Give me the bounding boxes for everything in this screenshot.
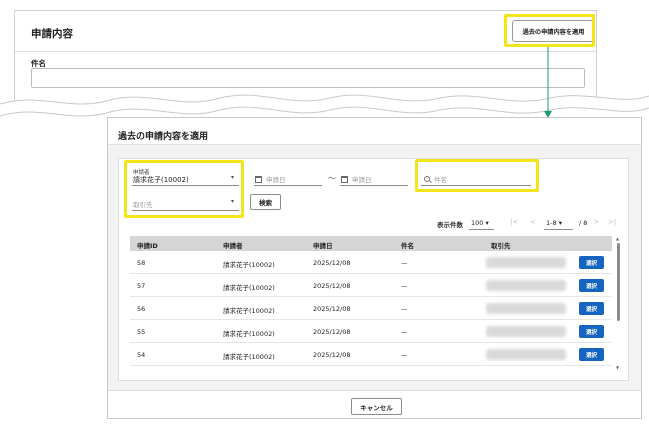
table-row: 55 請求花子(10002) 2025/12/08 — 選択 [130,320,612,343]
header-date: 申請日 [313,242,333,250]
row-applicant: 請求花子(10002) [223,261,275,269]
table-header: 申請ID 申請者 申請日 件名 取引先 [130,236,612,251]
row-date: 2025/12/08 [313,305,351,313]
row-id: 54 [137,351,146,359]
redacted-client [486,280,566,291]
page-range-value: 1-8 [546,219,557,227]
select-button[interactable]: 選択 [579,256,604,269]
page-size-value: 100 [471,219,484,227]
row-date: 2025/12/08 [313,328,351,336]
date-to-input[interactable]: 申請日 [341,174,372,184]
redacted-client [486,257,566,268]
highlight-apply-button [504,14,595,47]
highlight-applicant-filter [124,160,244,218]
calendar-icon [341,175,348,183]
select-button[interactable]: 選択 [579,279,604,292]
date-from-input[interactable]: 申請日 [255,174,286,184]
page-total: / 8 [579,219,588,227]
row-subject: — [401,305,408,313]
next-page-icon[interactable]: > [593,218,599,226]
chevron-down-icon: ▾ [558,219,562,227]
date-to-underline [340,185,408,186]
search-panel: 申請者 請求花子(10002) ▾ 取引先 ▾ 検索 申請日 〜 申請日 件名 … [118,158,629,381]
scroll-down-icon[interactable]: ▼ [616,365,619,370]
first-page-icon[interactable]: |< [510,218,518,226]
apply-past-request-dialog: 過去の申請内容を適用 申請者 請求花子(10002) ▾ 取引先 ▾ 検索 申請… [107,117,642,419]
prev-page-icon[interactable]: < [530,218,536,226]
row-date: 2025/12/08 [313,282,351,290]
select-button[interactable]: 選択 [579,325,604,338]
date-from-underline [254,185,322,186]
row-applicant: 請求花子(10002) [223,284,275,292]
row-date: 2025/12/08 [313,351,351,359]
row-applicant: 請求花子(10002) [223,330,275,338]
last-page-icon[interactable]: >| [608,218,616,226]
table-row: 54 請求花子(10002) 2025/12/08 — 選択 [130,343,612,366]
form-title: 申請内容 [31,28,73,40]
date-from-placeholder: 申請日 [266,176,286,184]
row-id: 57 [137,282,146,290]
select-button[interactable]: 選択 [579,302,604,315]
scroll-up-icon[interactable]: ▲ [616,236,619,241]
page-range-select[interactable]: 1-8 ▾ [546,219,562,227]
header-subject: 件名 [401,242,414,250]
row-id: 55 [137,328,146,336]
header-applicant: 申請者 [223,242,243,250]
row-subject: — [401,351,408,359]
row-subject: — [401,328,408,336]
row-id: 56 [137,305,146,313]
redacted-client [486,349,566,360]
select-button[interactable]: 選択 [579,348,604,361]
redacted-client [486,326,566,337]
page-size-select[interactable]: 100 ▾ [471,219,489,227]
table-row: 56 請求花子(10002) 2025/12/08 — 選択 [130,297,612,320]
page-size-label: 表示件数 [437,221,463,229]
row-id: 58 [137,259,146,267]
row-date: 2025/12/08 [313,259,351,267]
header-id: 申請ID [137,242,158,250]
row-applicant: 請求花子(10002) [223,307,275,315]
page-range-underline [544,229,573,230]
calendar-icon [255,175,262,183]
history-table: 申請ID 申請者 申請日 件名 取引先 58 請求花子(10002) 2025/… [130,236,612,366]
page-size-underline [469,229,494,230]
table-scrollbar[interactable]: ▲ ▼ [616,236,621,371]
redacted-client [486,303,566,314]
chevron-down-icon: ▾ [485,219,489,227]
divider [15,51,596,52]
cancel-button[interactable]: キャンセル [351,398,402,415]
dialog-body: 申請者 請求花子(10002) ▾ 取引先 ▾ 検索 申請日 〜 申請日 件名 … [108,144,641,391]
table-row: 57 請求花子(10002) 2025/12/08 — 選択 [130,274,612,297]
highlight-keyword-filter [415,159,539,192]
header-client: 取引先 [491,242,511,250]
row-subject: — [401,259,408,267]
search-button[interactable]: 検索 [250,194,281,210]
row-subject: — [401,282,408,290]
date-to-placeholder: 申請日 [352,176,372,184]
dialog-title: 過去の申請内容を適用 [118,132,209,142]
scroll-thumb[interactable] [617,243,620,321]
date-separator: 〜 [328,174,336,183]
row-applicant: 請求花子(10002) [223,353,275,361]
table-row: 58 請求花子(10002) 2025/12/08 — 選択 [130,251,612,274]
